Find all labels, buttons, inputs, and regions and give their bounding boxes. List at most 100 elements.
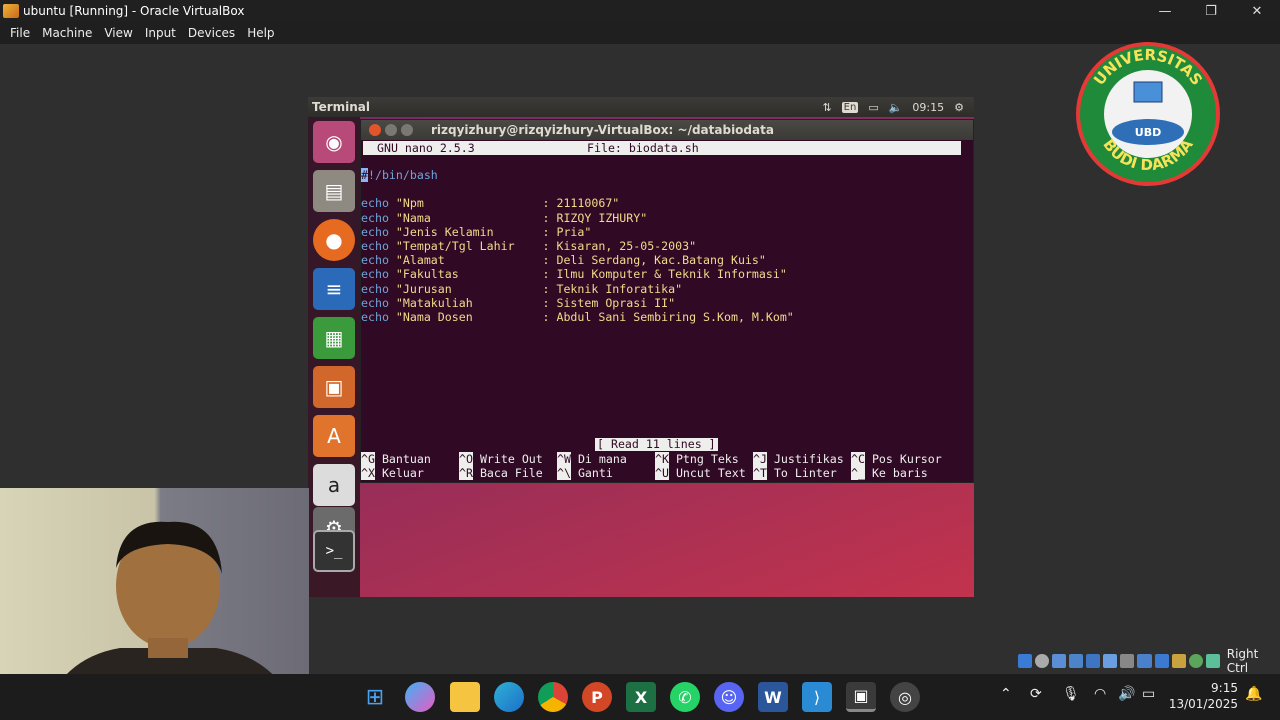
audio-icon[interactable] [1035,654,1050,668]
file-explorer-icon[interactable] [450,682,480,712]
shortcut-key: ^G [361,452,375,466]
nano-shortcut: ^W Di mana [557,452,655,466]
battery-icon[interactable]: ▭ [868,101,878,114]
microphone-icon[interactable]: 🎙 [1062,686,1080,702]
ubuntu-dash-icon[interactable]: ◉ [313,121,355,163]
network-icon[interactable]: ⇅ [822,101,831,114]
guest-clock[interactable]: 09:15 [912,101,944,114]
amazon-icon[interactable]: a [313,464,355,506]
shortcut-label: Baca File [472,466,543,480]
nano-shortcut: ^J Justifikas [753,452,851,466]
nano-editor[interactable]: GNU nano 2.5.3 File: biodata.sh #!/bin/b… [361,140,973,484]
menu-file[interactable]: File [4,26,36,40]
volume-icon[interactable]: 🔈 [889,101,903,114]
host-window-title: ubuntu [Running] - Oracle VirtualBox [23,4,245,18]
obs-icon[interactable]: ◎ [890,682,920,712]
copilot-icon[interactable] [405,682,435,712]
maximize-button[interactable]: ❐ [1188,0,1234,22]
usb-icon[interactable] [1069,654,1084,668]
shortcut-key: ^C [851,452,865,466]
writer-icon[interactable]: ≡ [313,268,355,310]
sync-icon[interactable]: ⟳ [1030,686,1042,702]
calc-icon[interactable]: ▦ [313,317,355,359]
terminal-close-button[interactable] [369,124,381,136]
shortcut-key: ^T [753,466,767,480]
virtualbox-taskbar-icon[interactable]: ▣ [846,682,876,712]
software-center-icon[interactable]: A [313,415,355,457]
wifi-icon[interactable]: ◠ [1094,686,1106,702]
echo-field-label: "Matakuliah [395,295,543,310]
menu-help[interactable]: Help [241,26,280,40]
nano-status-message: [ Read 11 lines ] [595,437,718,451]
echo-keyword: echo [361,238,389,253]
guest-additions-icon[interactable] [1171,654,1186,668]
nano-shortcut: ^C Pos Kursor [851,452,949,466]
guest-screen: Terminal ⇅ En ▭ 🔈 09:15 ⚙ ◉ ▤ ● ≡ ▦ ▣ A … [308,97,974,597]
nano-shortcut: ^G Bantuan [361,452,459,466]
taskbar-clock[interactable]: 9:15 13/01/2025 [1168,680,1238,712]
terminal-minimize-button[interactable] [385,124,397,136]
network-adapter-icon[interactable] [1052,654,1067,668]
echo-field-label: "Nama Dosen [395,309,543,324]
shortcut-key: ^X [361,466,375,480]
menu-devices[interactable]: Devices [182,26,241,40]
terminal-icon[interactable]: >_ [313,530,355,572]
close-button[interactable]: ✕ [1234,0,1280,22]
windows-start-icon[interactable]: ⊞ [360,682,390,712]
logo-center-text: UBD [1135,126,1161,139]
cpu-icon[interactable] [1154,654,1169,668]
excel-icon[interactable]: X [626,682,656,712]
recording-icon[interactable] [1137,654,1152,668]
shortcut-label: To Linter [766,466,837,480]
echo-field-label: "Fakultas [395,267,543,282]
whatsapp-icon[interactable]: ✆ [670,682,700,712]
text-cursor: # [361,168,368,182]
terminal-maximize-button[interactable] [401,124,413,136]
terminal-titlebar: rizqyizhury@rizqyizhury-VirtualBox: ~/da… [361,120,973,140]
echo-keyword: echo [361,281,389,296]
nano-shortcut: ^U Uncut Text [655,466,753,480]
echo-field-value: : Pria" [542,224,592,239]
echo-lines: echo "Npm : 21110067" echo "Nama : RIZQY … [361,196,967,324]
vscode-icon[interactable]: ⟩ [802,682,832,712]
speaker-icon[interactable]: 🔊 [1118,686,1135,702]
terminal-window[interactable]: rizqyizhury@rizqyizhury-VirtualBox: ~/da… [360,119,974,483]
university-logo: UNIVERSITAS BUDI DARMA UBD [1074,40,1222,188]
battery-taskbar-icon[interactable]: ▭ [1142,686,1155,702]
nano-shortcut: ^O Write Out [459,452,557,466]
shortcut-key: ^O [459,452,473,466]
pencil-icon[interactable] [1103,654,1118,668]
echo-line: echo "Fakultas : Ilmu Komputer & Teknik … [361,267,967,281]
shortcut-key: ^_ [851,466,865,480]
edge-icon[interactable] [494,682,524,712]
shortcut-key: ^W [557,452,571,466]
chrome-icon[interactable] [538,682,568,712]
gear-icon[interactable]: ⚙ [954,101,964,114]
optical-drive-icon[interactable] [1018,654,1033,668]
mouse-integration-icon[interactable] [1205,654,1220,668]
firefox-icon[interactable]: ● [313,219,355,261]
guest-topbar-title: Terminal [312,100,371,114]
globe-icon[interactable] [1188,654,1203,668]
echo-field-value: : Abdul Sani Sembiring S.Kom, M.Kom" [542,309,794,324]
powerpoint-icon[interactable]: P [582,682,612,712]
menu-input[interactable]: Input [139,26,182,40]
impress-icon[interactable]: ▣ [313,366,355,408]
nano-buffer[interactable]: #!/bin/bash echo "Npm : 21110067" echo "N… [361,168,967,324]
minimize-button[interactable]: — [1142,0,1188,22]
echo-field-label: "Alamat [395,253,543,268]
shared-folder-icon[interactable] [1086,654,1101,668]
files-icon[interactable]: ▤ [313,170,355,212]
display-icon[interactable] [1120,654,1135,668]
nano-shortcuts: ^G Bantuan ^O Write Out ^W Di mana ^K Ptng … [361,452,967,480]
shortcut-key: ^J [753,452,767,466]
keyboard-layout[interactable]: En [841,101,859,113]
echo-field-value: : Ilmu Komputer & Teknik Informasi" [542,267,787,282]
chevron-up-icon[interactable]: ⌃ [1000,686,1012,702]
menu-machine[interactable]: Machine [36,26,98,40]
taskbar-time: 9:15 [1211,681,1238,695]
notification-bell-icon[interactable]: 🔔 [1245,686,1262,702]
word-icon[interactable]: W [758,682,788,712]
menu-view[interactable]: View [98,26,138,40]
discord-icon[interactable]: ☺ [714,682,744,712]
